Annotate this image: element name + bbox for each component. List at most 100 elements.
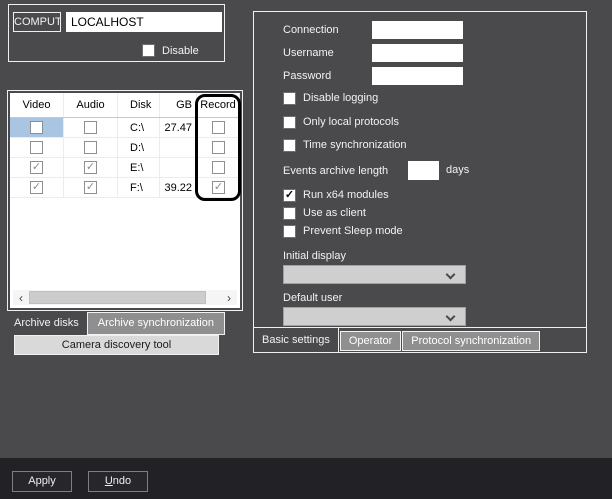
archive-tab-bar: Archive disks Archive synchronization <box>8 312 225 335</box>
disable-logging-row: Disable logging <box>283 91 576 105</box>
cell-record <box>197 178 240 197</box>
column-header-video[interactable]: Video <box>10 93 64 117</box>
disable-logging-checkbox[interactable] <box>283 92 296 105</box>
prevent-sleep-checkbox[interactable] <box>283 225 296 238</box>
server-disable-label: Disable <box>162 45 199 57</box>
record-checkbox[interactable] <box>212 181 225 194</box>
cell-audio <box>64 118 118 137</box>
cell-audio <box>64 178 118 197</box>
chevron-down-icon <box>446 312 456 322</box>
connection-input[interactable] <box>372 21 463 39</box>
server-panel: COMPUT Disable <box>8 4 225 62</box>
footer-bar: Apply Undo <box>0 458 612 499</box>
username-label: Username <box>283 47 372 59</box>
disk-table-header: Video Audio Disk GB Record <box>10 93 240 118</box>
cell-audio <box>64 138 118 157</box>
host-input[interactable] <box>66 12 222 32</box>
password-row: Password <box>283 67 576 85</box>
audio-checkbox[interactable] <box>84 121 97 134</box>
run-x64-checkbox[interactable] <box>283 189 296 202</box>
prevent-sleep-row: Prevent Sleep mode <box>283 224 576 238</box>
camera-discovery-button[interactable]: Camera discovery tool <box>14 335 219 355</box>
default-user-dropdown[interactable] <box>283 307 466 326</box>
connection-row: Connection <box>283 21 576 39</box>
tab-operator[interactable]: Operator <box>340 331 401 351</box>
archive-disks-panel: Video Audio Disk GB Record C:\ 27.47 <box>7 90 243 311</box>
column-header-audio[interactable]: Audio <box>64 93 118 117</box>
cell-video <box>10 158 64 177</box>
cell-disk: E:\ <box>118 158 160 177</box>
video-checkbox[interactable] <box>30 181 43 194</box>
cell-gb: 27.47 <box>160 118 197 137</box>
tab-archive-synchronization[interactable]: Archive synchronization <box>87 312 225 335</box>
username-input[interactable] <box>372 44 463 62</box>
column-header-disk[interactable]: Disk <box>118 93 160 117</box>
cell-gb <box>160 138 197 157</box>
events-archive-input[interactable] <box>408 161 439 180</box>
tab-basic-settings[interactable]: Basic settings <box>254 328 339 352</box>
use-as-client-checkbox[interactable] <box>283 207 296 220</box>
disable-logging-label: Disable logging <box>303 92 378 104</box>
run-x64-row: Run x64 modules <box>283 188 576 202</box>
settings-tab-bar: Basic settings Operator Protocol synchro… <box>254 327 586 352</box>
video-checkbox[interactable] <box>30 121 43 134</box>
run-x64-label: Run x64 modules <box>303 189 389 201</box>
video-checkbox[interactable] <box>30 161 43 174</box>
default-user-label: Default user <box>283 292 576 305</box>
tab-archive-disks[interactable]: Archive disks <box>8 312 85 335</box>
connection-label: Connection <box>283 24 372 36</box>
column-header-record[interactable]: Record <box>197 93 240 117</box>
events-archive-unit: days <box>446 164 469 176</box>
disk-table: Video Audio Disk GB Record C:\ 27.47 <box>10 93 240 308</box>
cell-record <box>197 118 240 137</box>
time-synchronization-checkbox[interactable] <box>283 139 296 152</box>
events-archive-label: Events archive length <box>283 165 388 177</box>
audio-checkbox[interactable] <box>84 161 97 174</box>
tab-protocol-synchronization[interactable]: Protocol synchronization <box>402 331 540 351</box>
initial-display-label: Initial display <box>283 250 576 263</box>
server-disable-checkbox[interactable] <box>142 44 155 57</box>
cell-disk: C:\ <box>118 118 160 137</box>
scrollbar-track[interactable] <box>29 290 221 305</box>
username-row: Username <box>283 44 576 62</box>
password-label: Password <box>283 70 372 82</box>
record-checkbox[interactable] <box>212 121 225 134</box>
undo-button[interactable]: Undo <box>88 471 148 492</box>
video-checkbox[interactable] <box>30 141 43 154</box>
cell-gb: 39.22 <box>160 178 197 197</box>
scrollbar-thumb[interactable] <box>29 291 206 304</box>
time-synchronization-label: Time synchronization <box>303 139 407 151</box>
record-checkbox[interactable] <box>212 141 225 154</box>
column-header-gb[interactable]: GB <box>160 93 197 117</box>
cell-disk: D:\ <box>118 138 160 157</box>
cell-video <box>10 118 64 137</box>
horizontal-scrollbar[interactable]: ‹ › <box>13 290 237 305</box>
settings-panel: Connection Username Password Disable log… <box>253 11 587 353</box>
prevent-sleep-label: Prevent Sleep mode <box>303 225 403 237</box>
cell-audio <box>64 158 118 177</box>
time-synchronization-row: Time synchronization <box>283 138 576 152</box>
cell-record <box>197 158 240 177</box>
initial-display-dropdown[interactable] <box>283 265 466 284</box>
table-row[interactable]: D:\ <box>10 138 240 158</box>
only-local-protocols-row: Only local protocols <box>283 115 576 129</box>
computer-button[interactable]: COMPUT <box>13 12 61 32</box>
scroll-left-icon[interactable]: ‹ <box>13 290 29 305</box>
cell-disk: F:\ <box>118 178 160 197</box>
use-as-client-label: Use as client <box>303 207 366 219</box>
only-local-protocols-checkbox[interactable] <box>283 116 296 129</box>
apply-button[interactable]: Apply <box>12 471 72 492</box>
server-disable-row: Disable <box>142 44 199 57</box>
password-input[interactable] <box>372 67 463 85</box>
table-row[interactable]: C:\ 27.47 <box>10 118 240 138</box>
cell-gb <box>160 158 197 177</box>
chevron-down-icon <box>446 270 456 280</box>
events-archive-row: Events archive length days <box>283 161 576 180</box>
audio-checkbox[interactable] <box>84 141 97 154</box>
table-row[interactable]: E:\ <box>10 158 240 178</box>
cell-record <box>197 138 240 157</box>
scroll-right-icon[interactable]: › <box>221 290 237 305</box>
table-row[interactable]: F:\ 39.22 <box>10 178 240 198</box>
audio-checkbox[interactable] <box>84 181 97 194</box>
record-checkbox[interactable] <box>212 161 225 174</box>
